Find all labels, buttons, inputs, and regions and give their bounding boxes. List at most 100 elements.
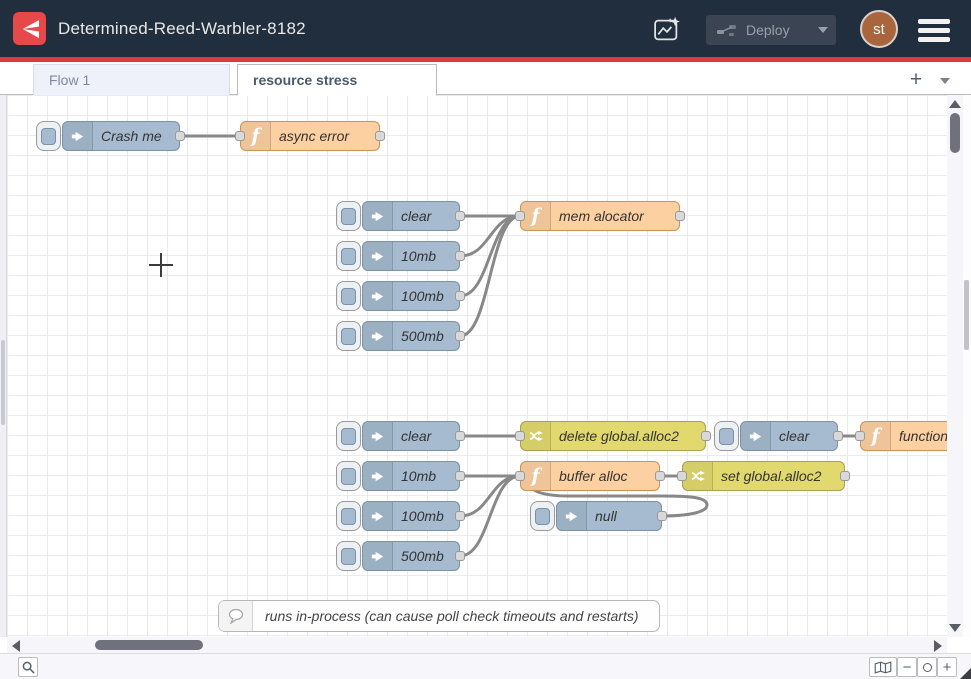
output-port[interactable]: [455, 551, 465, 561]
output-port[interactable]: [455, 331, 465, 341]
node-comment[interactable]: runs in-process (can cause poll check ti…: [218, 600, 660, 632]
node-change-delete-global-alloc2[interactable]: delete global.alloc2: [520, 421, 706, 451]
function-icon: f: [241, 122, 271, 150]
output-port[interactable]: [455, 471, 465, 481]
output-port[interactable]: [455, 431, 465, 441]
change-icon: [521, 422, 551, 450]
node-inject-500mb[interactable]: 500mb: [362, 321, 460, 351]
input-port[interactable]: [515, 471, 525, 481]
inject-trigger-button[interactable]: [336, 281, 361, 311]
inject-trigger-button[interactable]: [336, 241, 361, 271]
inject-trigger-button[interactable]: [530, 501, 555, 531]
scroll-left-icon[interactable]: [12, 640, 20, 652]
inject-trigger-button[interactable]: [336, 501, 361, 531]
output-port[interactable]: [655, 471, 665, 481]
node-label: 10mb: [401, 462, 453, 490]
resize-grip-icon[interactable]: [960, 668, 971, 679]
node-label: 100mb: [401, 282, 453, 310]
inject-icon: [363, 322, 393, 350]
navigator-toggle-button[interactable]: [869, 657, 897, 677]
input-port[interactable]: [677, 471, 687, 481]
input-port[interactable]: [515, 431, 525, 441]
input-port[interactable]: [855, 431, 865, 441]
comment-label: runs in-process (can cause poll check ti…: [265, 608, 639, 624]
input-port[interactable]: [235, 131, 245, 141]
vertical-scrollbar[interactable]: [947, 95, 963, 637]
node-label: 10mb: [401, 242, 453, 270]
zoom-in-button[interactable]: +: [937, 657, 957, 677]
scroll-right-icon[interactable]: [934, 640, 942, 652]
deploy-button[interactable]: Deploy: [706, 15, 836, 45]
node-red-editor: Determined-Reed-Warbler-8182 Deploy st: [0, 0, 971, 679]
flow-list-caret-icon[interactable]: [940, 78, 950, 84]
output-port[interactable]: [657, 511, 667, 521]
output-port[interactable]: [455, 251, 465, 261]
output-port[interactable]: [701, 431, 711, 441]
inject-trigger-button[interactable]: [714, 421, 739, 451]
node-inject-100mb[interactable]: 100mb: [362, 281, 460, 311]
output-port[interactable]: [840, 471, 850, 481]
deploy-options-caret-icon[interactable]: [818, 27, 828, 33]
search-button[interactable]: [18, 657, 38, 677]
inject-trigger-button[interactable]: [336, 461, 361, 491]
deploy-label: Deploy: [746, 22, 790, 38]
inject-icon: [363, 542, 393, 570]
inject-icon: [363, 242, 393, 270]
zoom-reset-button[interactable]: [917, 657, 937, 677]
flow-canvas[interactable]: Crash me f async error clear 10mb 100mb: [7, 95, 963, 637]
node-function-buffer-alloc[interactable]: f buffer alloc: [520, 461, 660, 491]
outer-scrollbar[interactable]: [963, 95, 971, 637]
node-inject-crash-me[interactable]: Crash me: [62, 121, 180, 151]
ai-assistant-icon[interactable]: [649, 13, 685, 47]
deploy-icon: [716, 23, 738, 37]
output-port[interactable]: [833, 431, 843, 441]
tab-resource-stress[interactable]: resource stress: [237, 64, 437, 96]
scroll-up-icon[interactable]: [949, 100, 961, 108]
output-port[interactable]: [455, 291, 465, 301]
node-inject-clear-3[interactable]: clear: [740, 421, 838, 451]
outer-scroll-thumb[interactable]: [964, 280, 969, 350]
horizontal-scroll-thumb[interactable]: [95, 640, 203, 650]
output-port[interactable]: [375, 131, 385, 141]
vertical-scroll-thumb[interactable]: [950, 113, 960, 153]
inject-trigger-button[interactable]: [336, 421, 361, 451]
node-label: clear: [401, 422, 453, 450]
node-inject-null[interactable]: null: [556, 501, 662, 531]
node-inject-clear-2[interactable]: clear: [362, 421, 460, 451]
zoom-out-button[interactable]: −: [897, 657, 917, 677]
horizontal-scrollbar[interactable]: [7, 637, 947, 653]
inject-trigger-button[interactable]: [336, 541, 361, 571]
node-label: async error: [279, 122, 373, 150]
inject-icon: [63, 122, 93, 150]
node-change-set-global-alloc2[interactable]: set global.alloc2: [682, 461, 845, 491]
node-function-async-error[interactable]: f async error: [240, 121, 380, 151]
node-label: 500mb: [401, 542, 453, 570]
output-port[interactable]: [675, 211, 685, 221]
inject-icon: [363, 202, 393, 230]
node-label: clear: [401, 202, 453, 230]
instance-title: Determined-Reed-Warbler-8182: [58, 0, 306, 57]
function-icon: f: [861, 422, 891, 450]
scroll-down-icon[interactable]: [949, 624, 961, 632]
inject-trigger-button[interactable]: [336, 201, 361, 231]
add-flow-button[interactable]: +: [903, 67, 929, 93]
zoom-reset-icon: [923, 663, 932, 672]
inject-icon: [741, 422, 771, 450]
inject-trigger-button[interactable]: [336, 321, 361, 351]
output-port[interactable]: [175, 131, 185, 141]
app-logo-icon[interactable]: [13, 12, 46, 45]
input-port[interactable]: [515, 211, 525, 221]
output-port[interactable]: [455, 511, 465, 521]
node-inject-clear[interactable]: clear: [362, 201, 460, 231]
main-menu-button[interactable]: [918, 19, 950, 42]
left-edge-strip: [0, 95, 7, 637]
node-inject-100mb-2[interactable]: 100mb: [362, 501, 460, 531]
inject-trigger-button[interactable]: [36, 121, 61, 151]
output-port[interactable]: [455, 211, 465, 221]
node-inject-10mb[interactable]: 10mb: [362, 241, 460, 271]
node-function-mem-alocator[interactable]: f mem alocator: [520, 201, 680, 231]
node-inject-10mb-2[interactable]: 10mb: [362, 461, 460, 491]
node-inject-500mb-2[interactable]: 500mb: [362, 541, 460, 571]
user-avatar[interactable]: st: [860, 10, 898, 48]
tab-flow-1[interactable]: Flow 1: [33, 64, 230, 95]
